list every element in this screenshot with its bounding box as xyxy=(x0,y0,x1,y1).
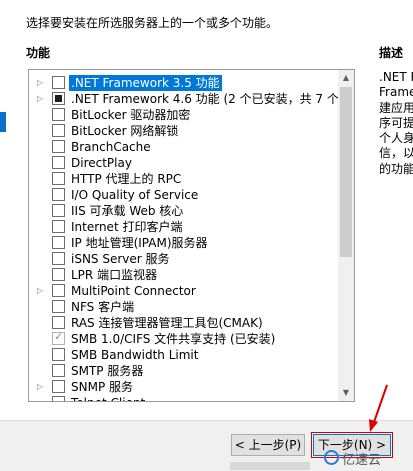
description-line: 建应用 xyxy=(379,100,413,115)
description-line: 个人身 xyxy=(379,131,413,146)
feature-checkbox[interactable] xyxy=(52,268,65,281)
scroll-thumb[interactable] xyxy=(340,87,352,257)
feature-row[interactable]: NFS 客户端 xyxy=(29,299,337,315)
feature-checkbox[interactable] xyxy=(52,300,65,313)
vertical-scrollbar[interactable]: ▲ ▼ xyxy=(338,70,354,401)
feature-row[interactable]: iSNS Server 服务 xyxy=(29,251,337,267)
feature-label: MultiPoint Connector xyxy=(71,284,196,298)
feature-label: BranchCache xyxy=(71,140,151,154)
description-line: 信，以 xyxy=(379,146,413,161)
feature-row[interactable]: ▷ .NET Framework 3.5 功能 xyxy=(29,75,337,91)
feature-row[interactable]: IP 地址管理(IPAM)服务器 xyxy=(29,235,337,251)
feature-row[interactable]: BitLocker 网络解锁 xyxy=(29,123,337,139)
feature-row[interactable]: Internet 打印客户端 xyxy=(29,219,337,235)
feature-row[interactable]: LPR 端口监视器 xyxy=(29,267,337,283)
feature-label: IP 地址管理(IPAM)服务器 xyxy=(71,236,208,250)
feature-checkbox[interactable] xyxy=(52,236,65,249)
feature-label: SMTP 服务器 xyxy=(71,364,144,378)
watermark-text: 亿速云 xyxy=(342,453,382,468)
feature-label: BitLocker 驱动器加密 xyxy=(71,108,191,122)
feature-row[interactable]: SMB 1.0/CIFS 文件共享支持 (已安装) xyxy=(29,330,337,347)
feature-label: DirectPlay xyxy=(71,156,132,170)
feature-checkbox[interactable] xyxy=(52,124,65,137)
feature-row[interactable]: ▷ SNMP 服务 xyxy=(29,379,337,395)
description-line: 序可提 xyxy=(379,115,413,130)
feature-label: RAS 连接管理器管理工具包(CMAK) xyxy=(71,316,263,330)
feature-checkbox[interactable] xyxy=(52,140,65,153)
feature-row[interactable]: BranchCache xyxy=(29,139,337,155)
feature-label: SNMP 服务 xyxy=(71,380,133,394)
feature-row[interactable]: DirectPlay xyxy=(29,155,337,171)
feature-label: Telnet Client xyxy=(71,395,145,401)
feature-label: Internet 打印客户端 xyxy=(71,220,183,234)
feature-checkbox[interactable] xyxy=(52,92,65,105)
feature-checkbox[interactable] xyxy=(52,108,65,121)
watermark-logo-icon xyxy=(324,450,339,465)
feature-checkbox[interactable] xyxy=(52,252,65,265)
feature-row[interactable]: HTTP 代理上的 RPC xyxy=(29,171,337,187)
description-line: Frame xyxy=(379,85,413,100)
previous-button[interactable]: < 上一步(P) xyxy=(231,434,305,456)
features-items: ▷ .NET Framework 3.5 功能 ▷ .NET Framework 4.… xyxy=(29,75,344,401)
feature-label: NFS 客户端 xyxy=(71,300,135,314)
feature-checkbox[interactable] xyxy=(52,156,65,169)
wizard-nav-strip xyxy=(0,0,9,420)
feature-row[interactable]: IIS 可承载 Web 核心 xyxy=(29,203,337,219)
feature-checkbox[interactable] xyxy=(52,364,65,377)
feature-label: .NET Framework 3.5 功能 xyxy=(69,75,222,91)
instruction-text: 选择要安装在所选服务器上的一个或多个功能。 xyxy=(26,16,279,30)
feature-checkbox[interactable] xyxy=(52,284,65,297)
feature-checkbox[interactable] xyxy=(52,330,65,345)
feature-checkbox[interactable] xyxy=(52,172,65,185)
feature-label: BitLocker 网络解锁 xyxy=(71,124,179,138)
feature-checkbox[interactable] xyxy=(52,380,65,393)
feature-checkbox[interactable] xyxy=(52,316,65,329)
scroll-down-arrow-icon[interactable]: ▼ xyxy=(338,385,354,401)
feature-row[interactable]: ▷ MultiPoint Connector xyxy=(29,283,337,299)
description-text: .NET F Frame 建应用 序可提 个人身 信，以 的功能 xyxy=(379,70,413,177)
scroll-up-arrow-icon[interactable]: ▲ xyxy=(338,70,354,86)
feature-label: IIS 可承载 Web 核心 xyxy=(71,204,184,218)
footer-tab xyxy=(230,462,310,470)
feature-label: iSNS Server 服务 xyxy=(71,252,170,266)
feature-checkbox[interactable] xyxy=(52,76,65,89)
feature-row[interactable]: ▷ .NET Framework 4.6 功能 (2 个已安装，共 7 个) xyxy=(29,91,344,107)
feature-row[interactable]: Telnet Client xyxy=(29,395,337,401)
feature-label: LPR 端口监视器 xyxy=(71,268,158,282)
feature-checkbox[interactable] xyxy=(52,204,65,217)
feature-row[interactable]: I/O Quality of Service xyxy=(29,187,337,203)
feature-label: SMB Bandwidth Limit xyxy=(71,348,199,362)
feature-label: I/O Quality of Service xyxy=(71,188,199,202)
description-line: .NET F xyxy=(379,70,413,84)
expand-arrow-icon[interactable]: ▷ xyxy=(37,286,45,296)
expand-arrow-icon[interactable]: ▷ xyxy=(37,78,45,88)
feature-row[interactable]: BitLocker 驱动器加密 xyxy=(29,107,337,123)
expand-arrow-icon[interactable]: ▷ xyxy=(37,94,45,104)
description-line: 的功能 xyxy=(379,161,413,176)
feature-checkbox[interactable] xyxy=(52,220,65,233)
feature-checkbox[interactable] xyxy=(52,396,65,401)
feature-label: HTTP 代理上的 RPC xyxy=(71,172,182,186)
expand-arrow-icon[interactable]: ▷ xyxy=(37,382,45,392)
description-heading: 描述 xyxy=(379,46,404,60)
feature-row[interactable]: SMB Bandwidth Limit xyxy=(29,347,337,363)
feature-row[interactable]: RAS 连接管理器管理工具包(CMAK) xyxy=(29,315,337,331)
feature-label: .NET Framework 4.6 功能 (2 个已安装，共 7 个) xyxy=(71,92,344,106)
feature-checkbox[interactable] xyxy=(52,348,65,361)
feature-checkbox[interactable] xyxy=(52,188,65,201)
features-tree-list[interactable]: ▷ .NET Framework 3.5 功能 ▷ .NET Framework 4.… xyxy=(28,69,355,402)
features-heading: 功能 xyxy=(26,46,51,60)
feature-row[interactable]: SMTP 服务器 xyxy=(29,363,337,379)
feature-label: SMB 1.0/CIFS 文件共享支持 (已安装) xyxy=(71,332,276,346)
wizard-nav-active-indicator xyxy=(0,112,6,132)
